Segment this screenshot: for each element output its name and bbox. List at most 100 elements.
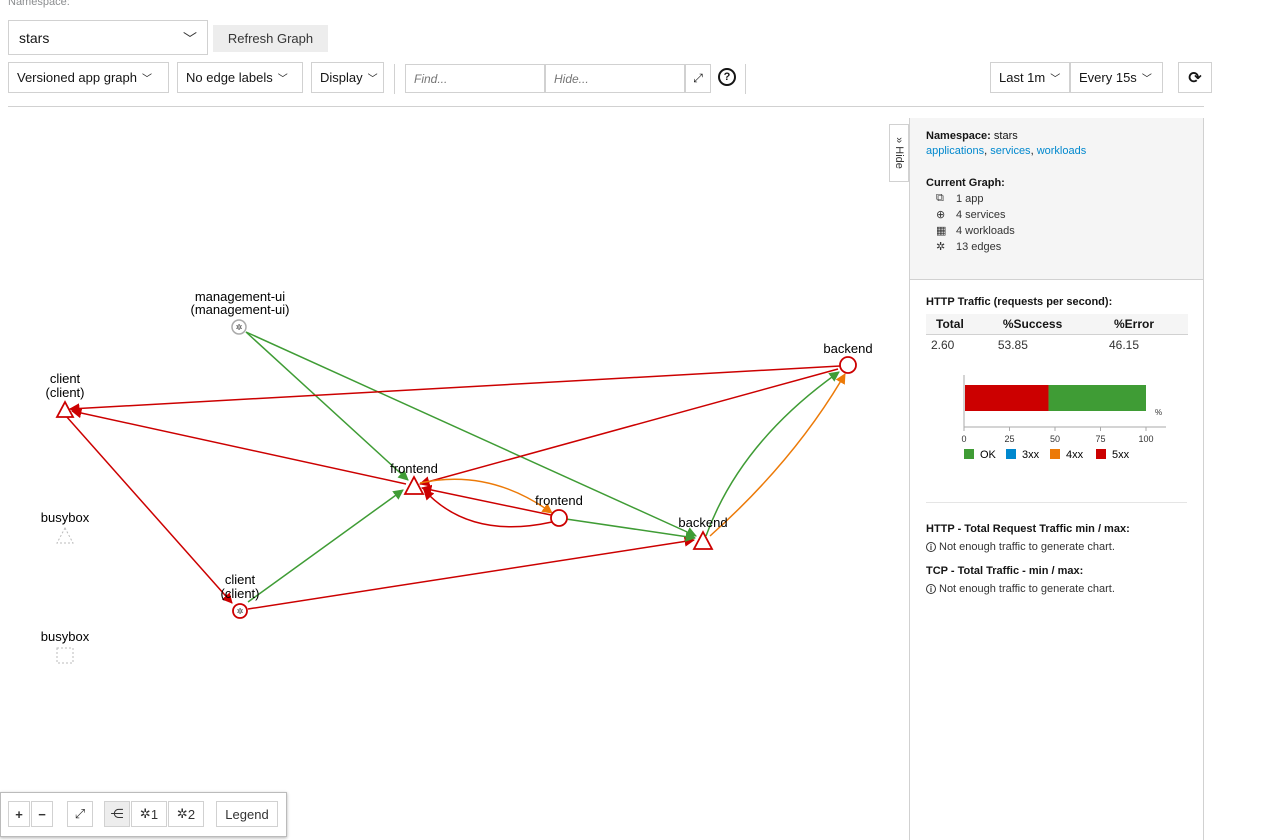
chevron-down-icon: ﹀ xyxy=(277,74,288,85)
http-traffic-section: HTTP Traffic (requests per second): Tota… xyxy=(910,280,1203,494)
node-label-line: client xyxy=(50,371,81,386)
graph-node-backend-service[interactable] xyxy=(692,530,714,550)
summary-header: Namespace: stars applications, services,… xyxy=(910,118,1203,280)
legend-5xx: 5xx xyxy=(1112,449,1130,461)
layout-1-icon: ✲ xyxy=(139,806,151,821)
graph-node-busybox-workload[interactable] xyxy=(56,647,74,664)
graph-canvas[interactable]: ✲ management-ui (management-ui) client (cl… xyxy=(0,108,908,840)
graph-edge[interactable] xyxy=(65,415,233,604)
zoom-out-button[interactable]: − xyxy=(31,801,53,827)
applications-link[interactable]: applications xyxy=(926,145,984,157)
layout-2-button[interactable]: ✲ 2 xyxy=(168,801,204,827)
refresh-interval-label: Every 15s xyxy=(1079,70,1137,85)
display-dropdown[interactable]: Display ﹀ xyxy=(311,62,384,93)
chevron-down-icon: ﹀ xyxy=(367,74,378,85)
http-no-traffic-text: Not enough traffic to generate chart. xyxy=(939,541,1115,553)
find-input[interactable] xyxy=(405,64,545,93)
workload-icon: ✲ xyxy=(237,607,244,616)
chevron-down-icon: ﹀ xyxy=(141,74,152,85)
graph-edge[interactable] xyxy=(420,484,552,516)
graph-edge[interactable] xyxy=(70,407,407,485)
zoom-toolbar: + − ⤢ ⋲ ✲ 1 ✲ 2 Legend xyxy=(0,792,287,837)
traffic-table: Total %Success %Error 2.60 53.85 46.15 xyxy=(926,314,1188,355)
toolbar-divider xyxy=(8,106,1204,107)
legend-button[interactable]: Legend xyxy=(216,801,278,827)
help-icon[interactable]: ? xyxy=(718,68,736,86)
graph-edge[interactable] xyxy=(247,536,696,610)
graph-node-busybox-service[interactable] xyxy=(56,526,74,544)
layout-1-button[interactable]: ✲ 1 xyxy=(131,801,167,827)
graph-edge[interactable] xyxy=(245,331,697,537)
hide-sidebar-tab[interactable]: » Hide xyxy=(889,124,909,182)
graph-edge[interactable] xyxy=(68,365,841,414)
legend-ok-swatch xyxy=(964,449,974,459)
legend-4xx: 4xx xyxy=(1066,449,1084,461)
graph-node-frontend-app[interactable] xyxy=(550,509,568,527)
graph-node-backend-app[interactable] xyxy=(839,356,857,374)
refresh-icon[interactable]: ⟳ xyxy=(1178,62,1212,93)
col-total: Total xyxy=(926,314,993,335)
total-value: 2.60 xyxy=(931,338,955,352)
node-label-line: client xyxy=(225,572,256,587)
chevron-down-icon: ﹀ xyxy=(1050,74,1061,85)
bar-ok xyxy=(1048,385,1146,411)
services-link[interactable]: services xyxy=(990,145,1030,157)
node-label: client (client) xyxy=(45,371,84,400)
namespace-label: Namespace: xyxy=(8,0,70,8)
legend-3xx-swatch xyxy=(1006,449,1016,459)
graph-edge[interactable] xyxy=(423,489,553,528)
node-label: client (client) xyxy=(220,572,259,601)
namespace-key: Namespace: xyxy=(926,130,991,142)
layout-1-label: 1 xyxy=(150,806,159,822)
display-label: Display xyxy=(320,70,363,85)
duration-dropdown[interactable]: Last 1m ﹀ xyxy=(990,62,1070,93)
node-label-line: (client) xyxy=(220,586,259,601)
expand-icon[interactable]: ⤢ xyxy=(685,64,711,93)
graph-edge[interactable] xyxy=(419,478,553,514)
tcp-no-traffic-note: i Not enough traffic to generate chart. xyxy=(926,583,1187,595)
duration-label: Last 1m xyxy=(999,70,1046,85)
edge-labels-dropdown[interactable]: No edge labels ﹀ xyxy=(177,62,303,93)
namespace-value: stars xyxy=(19,29,50,46)
graph-edge[interactable] xyxy=(705,371,840,537)
workloads-link[interactable]: workloads xyxy=(1037,145,1087,157)
axis-tick-label: 25 xyxy=(1004,434,1014,444)
http-minmax-title: HTTP - Total Request Traffic min / max: xyxy=(926,523,1130,535)
legend-ok: OK xyxy=(980,449,997,461)
namespace-val: stars xyxy=(993,130,1018,142)
error-value: 46.15 xyxy=(1108,338,1139,352)
node-label: busybox xyxy=(41,510,90,525)
layout-2-icon: ✲ xyxy=(176,806,188,821)
refresh-graph-button[interactable]: Refresh Graph xyxy=(213,25,328,52)
node-label-line: (client) xyxy=(45,385,84,400)
refresh-interval-dropdown[interactable]: Every 15s ﹀ xyxy=(1070,62,1163,93)
graph-edge[interactable] xyxy=(247,489,404,603)
axis-tick-label: 75 xyxy=(1095,434,1105,444)
layout-default-icon[interactable]: ⋲ xyxy=(104,801,130,827)
col-success: %Success xyxy=(992,314,1104,335)
divider xyxy=(745,64,746,94)
graph-edge[interactable] xyxy=(245,331,409,481)
hide-input[interactable] xyxy=(545,64,685,93)
axis-tick-label: 0 xyxy=(961,434,966,444)
edges-icon: ✲ xyxy=(936,241,946,253)
bar-5xx xyxy=(965,385,1049,411)
fit-to-screen-icon[interactable]: ⤢ xyxy=(67,801,93,827)
app-count-label: 1 app xyxy=(956,192,984,205)
workload-count: ▦ 4 workloads xyxy=(936,224,1187,238)
zoom-in-button[interactable]: + xyxy=(8,801,30,827)
node-label: frontend xyxy=(535,493,583,508)
axis-unit: % xyxy=(1155,408,1162,417)
service-graph[interactable]: ✲ management-ui (management-ui) client (cl… xyxy=(0,108,908,840)
graph-type-dropdown[interactable]: Versioned app graph ﹀ xyxy=(8,62,169,93)
summary-panel: Namespace: stars applications, services,… xyxy=(909,118,1204,840)
namespace-select[interactable]: stars ﹀ xyxy=(8,20,208,55)
app-icon: ⧉ xyxy=(936,192,944,204)
app-count: ⧉ 1 app xyxy=(936,192,1187,205)
graph-toolbar: Versioned app graph ﹀ No edge labels ﹀ Dis… xyxy=(8,62,1212,94)
layout-2-label: 2 xyxy=(187,806,196,822)
graph-edge[interactable] xyxy=(565,518,697,542)
chart-legend: OK 3xx 4xx 5xx xyxy=(964,449,1130,461)
axis-tick-label: 50 xyxy=(1050,434,1060,444)
node-label: backend xyxy=(823,341,872,356)
